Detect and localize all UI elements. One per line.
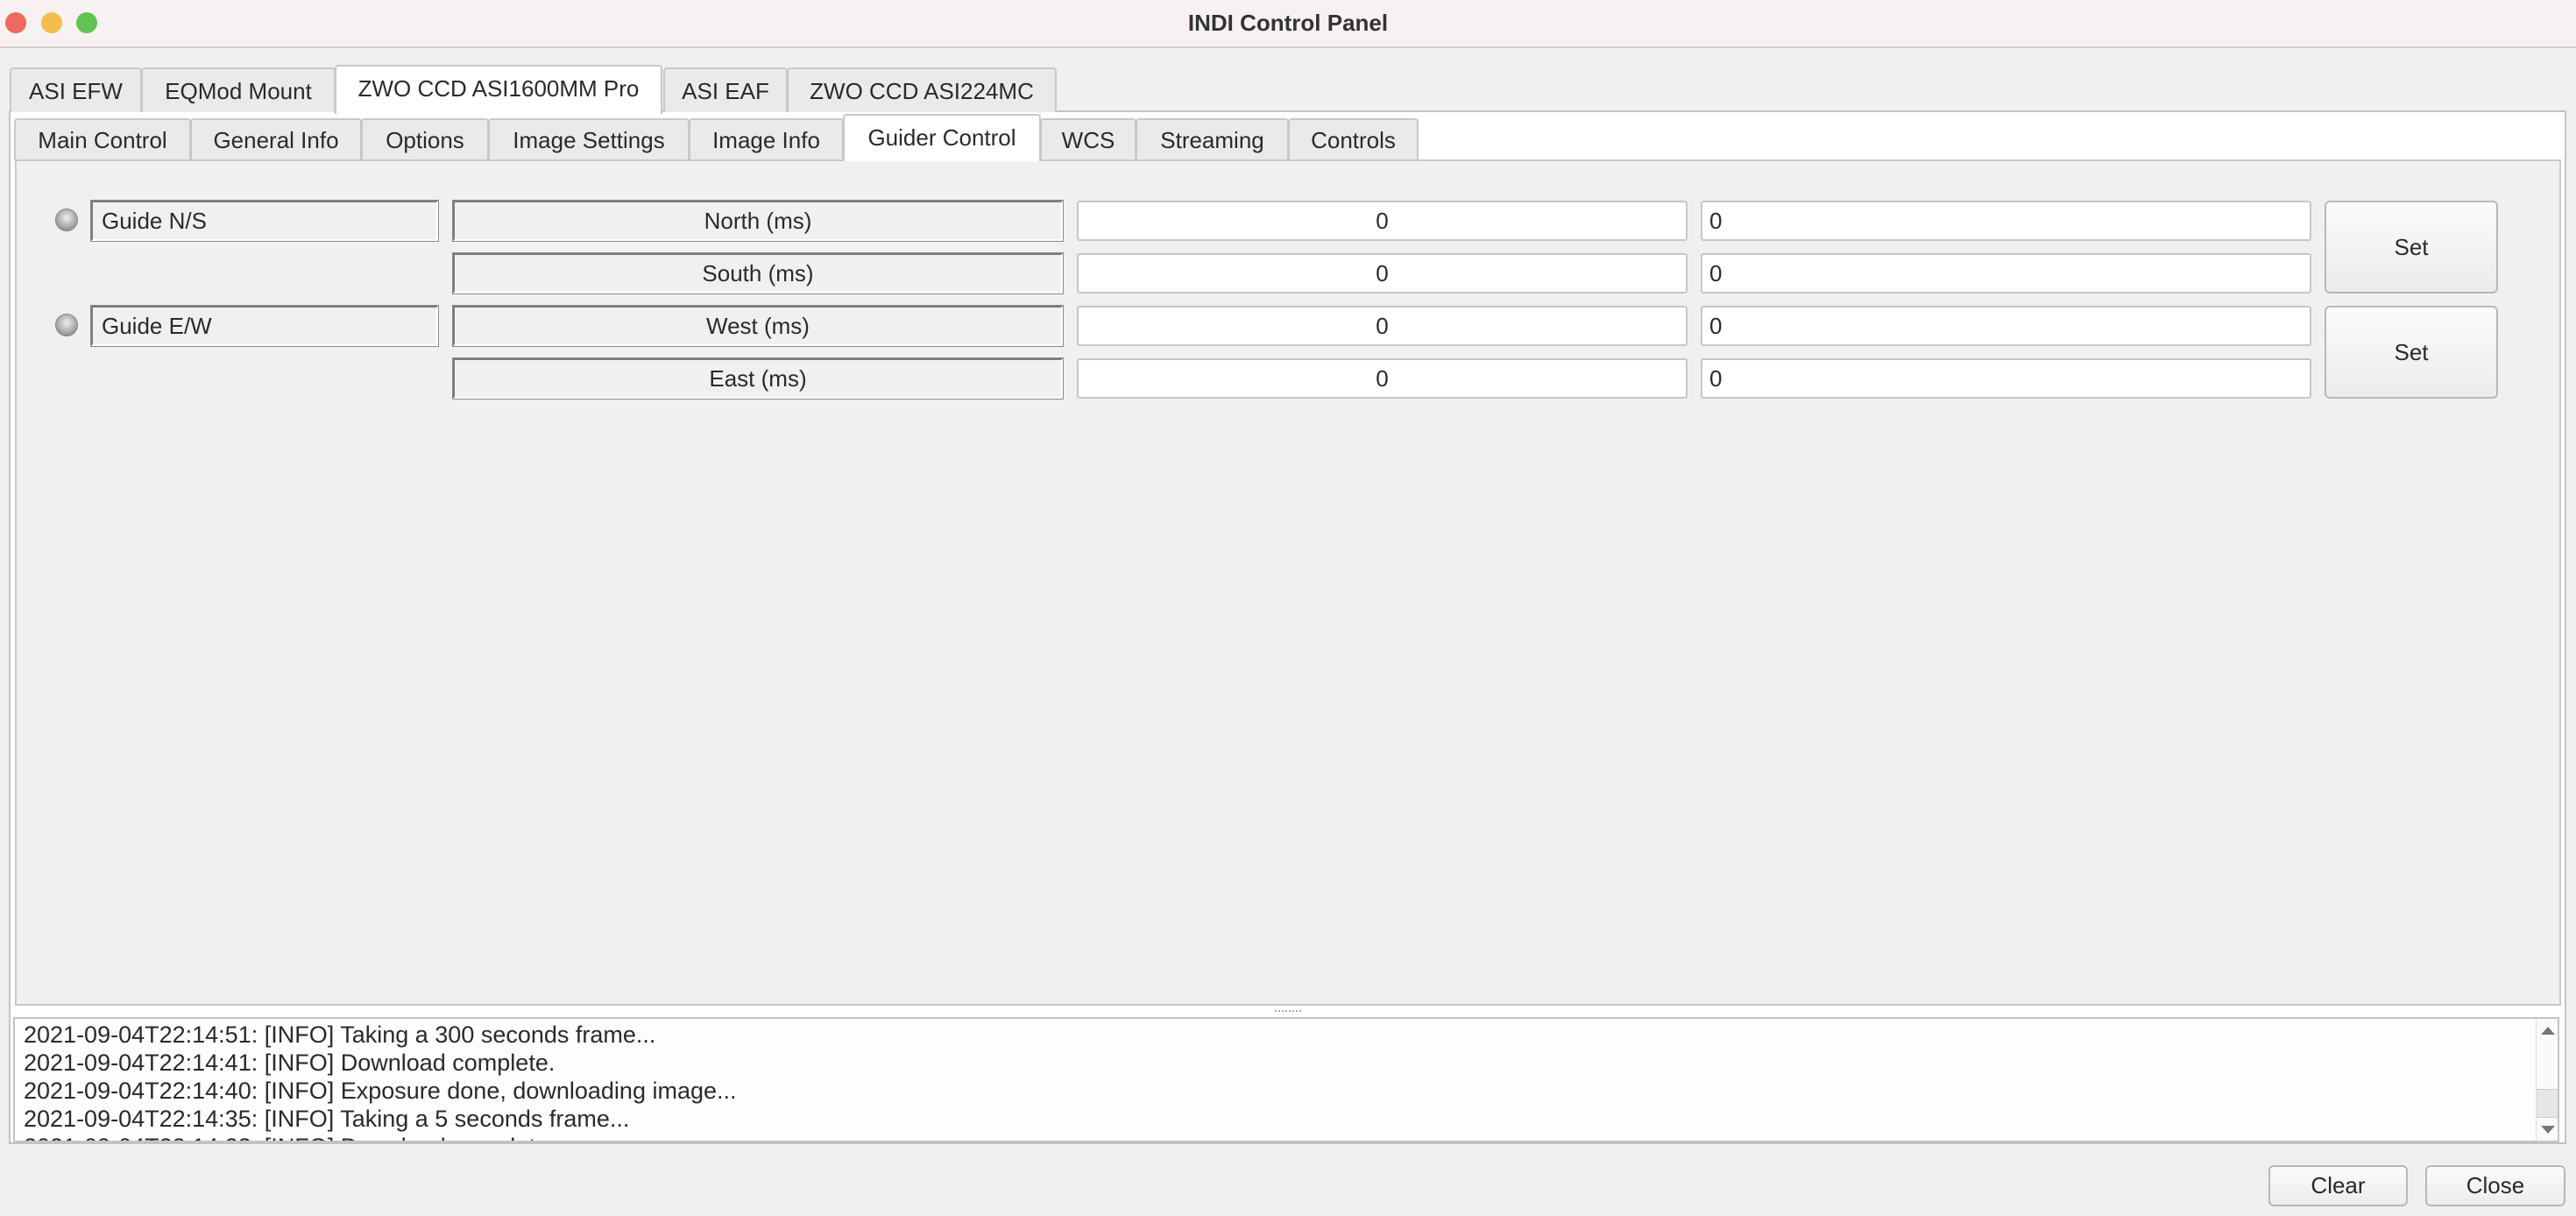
tab-main-control[interactable]: Main Control (14, 118, 191, 160)
close-window-button[interactable] (5, 12, 26, 33)
log-line: 2021-09-04T22:14:35: [INFO] Taking a 5 s… (24, 1106, 630, 1132)
status-light-icon (55, 209, 78, 231)
tab-image-settings[interactable]: Image Settings (488, 118, 690, 160)
element-label: North (ms) (452, 200, 1064, 242)
tab-eqmod-mount[interactable]: EQMod Mount (141, 67, 336, 112)
south-input[interactable]: 0 (1701, 253, 2311, 293)
tab-zwo-ccd-asi224mc[interactable]: ZWO CCD ASI224MC (787, 67, 1057, 112)
set-ns-button[interactable]: Set (2325, 201, 2498, 293)
element-label: West (ms) (452, 305, 1064, 347)
tab-guider-control[interactable]: Guider Control (843, 114, 1041, 161)
tab-image-info[interactable]: Image Info (689, 118, 844, 160)
element-value: 0 (1077, 253, 1688, 293)
tab-zwo-ccd-asi1600mm-pro[interactable]: ZWO CCD ASI1600MM Pro (335, 65, 662, 114)
log-line: 2021-09-04T22:14:41: [INFO] Download com… (24, 1050, 556, 1076)
element-label: East (ms) (452, 357, 1064, 399)
close-button[interactable]: Close (2425, 1165, 2565, 1206)
zoom-window-button[interactable] (76, 12, 97, 33)
minimize-window-button[interactable] (41, 12, 62, 33)
property-label: Guide N/S (90, 200, 439, 242)
tab-asi-eaf[interactable]: ASI EAF (663, 67, 788, 112)
tab-controls[interactable]: Controls (1288, 118, 1419, 160)
tab-options[interactable]: Options (361, 118, 489, 160)
element-value: 0 (1077, 306, 1688, 346)
tab-wcs[interactable]: WCS (1040, 118, 1136, 160)
clear-button[interactable]: Clear (2268, 1165, 2408, 1206)
property-label: Guide E/W (90, 305, 439, 347)
tab-streaming[interactable]: Streaming (1136, 118, 1289, 160)
status-light-icon (55, 314, 78, 336)
scrollbar-thumb[interactable] (2537, 1089, 2558, 1118)
log-line: 2021-09-04T22:14:40: [INFO] Exposure don… (24, 1078, 737, 1104)
north-input[interactable]: 0 (1701, 201, 2311, 241)
log-line: 2021-09-04T22:14:23: [INFO] Download com… (24, 1133, 2558, 1141)
tab-asi-efw[interactable]: ASI EFW (10, 67, 142, 112)
element-value: 0 (1077, 201, 1688, 241)
east-input[interactable]: 0 (1701, 358, 2311, 399)
splitter-handle[interactable] (1275, 1010, 1301, 1014)
scroll-up-arrow-icon[interactable] (2541, 1027, 2555, 1035)
scroll-down-arrow-icon[interactable] (2541, 1126, 2555, 1134)
element-value: 0 (1077, 358, 1688, 399)
tab-general-info[interactable]: General Info (190, 118, 362, 160)
log-line: 2021-09-04T22:14:51: [INFO] Taking a 300… (24, 1022, 656, 1048)
log-scrollbar[interactable] (2536, 1019, 2558, 1141)
set-ew-button[interactable]: Set (2325, 306, 2498, 399)
element-label: South (ms) (452, 252, 1064, 294)
west-input[interactable]: 0 (1701, 306, 2311, 346)
log-area[interactable]: 2021-09-04T22:14:51: [INFO] Taking a 300… (13, 1017, 2559, 1142)
window-title: INDI Control Panel (1187, 10, 1389, 36)
